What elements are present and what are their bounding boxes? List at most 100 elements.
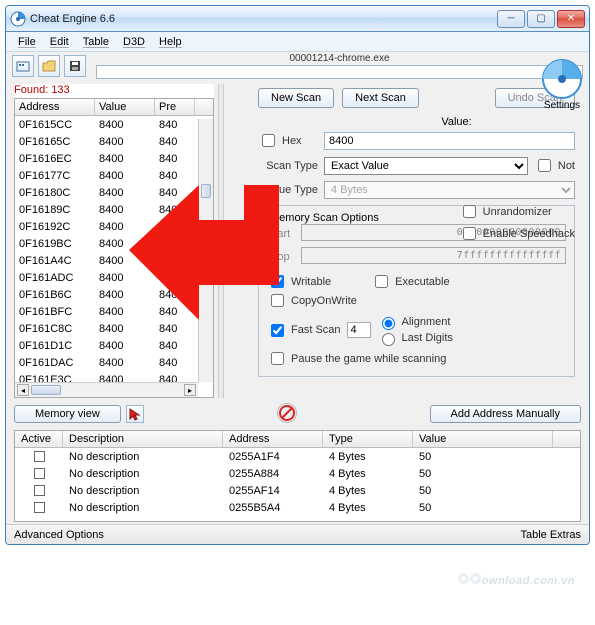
scan-type-select[interactable]: Exact Value [324,157,528,175]
col-value[interactable]: Value [95,99,155,115]
copyonwrite-checkbox[interactable] [271,294,284,307]
alignment-radio[interactable] [382,317,395,330]
col-type[interactable]: Type [323,431,413,447]
fastscan-input[interactable] [347,322,371,338]
lastdigits-radio[interactable] [382,333,395,346]
results-hscroll[interactable]: ◂▸ [15,382,198,397]
col-address[interactable]: Address [15,99,95,115]
table-row[interactable]: 0F16165C8400840 [15,133,213,150]
save-button[interactable] [64,55,86,77]
statusbar: Advanced Options Table Extras [6,524,589,544]
titlebar[interactable]: Cheat Engine 6.6 ─ ▢ ✕ [6,6,589,32]
col-previous[interactable]: Pre [155,99,195,115]
alignment-label: Alignment [402,316,451,328]
table-row[interactable]: 0F161DAC8400840 [15,354,213,371]
results-header: Address Value Pre [15,99,213,116]
menu-help[interactable]: Help [153,34,188,50]
stop-label: Stop [267,251,295,263]
table-row[interactable]: 0F16177C8400840 [15,167,213,184]
not-checkbox[interactable] [538,159,551,172]
add-address-manually-button[interactable]: Add Address Manually [430,405,581,423]
maximize-button[interactable]: ▢ [527,10,555,28]
address-list[interactable]: Active Description Address Type Value No… [14,430,581,522]
speedhack-checkbox[interactable] [463,227,476,240]
pointer-tool-icon[interactable] [126,405,144,423]
list-item[interactable]: No description0255AF144 Bytes50 [15,482,580,499]
table-row[interactable]: 0F16189C8400840 [15,201,213,218]
stop-input[interactable]: 7fffffffffffffff [301,247,566,264]
hex-label: Hex [258,131,318,150]
active-checkbox[interactable] [34,502,45,513]
table-row[interactable]: 0F1616EC8400840 [15,150,213,167]
minimize-button[interactable]: ─ [497,10,525,28]
col-description[interactable]: Description [63,431,223,447]
pause-label: Pause the game while scanning [291,353,446,365]
writable-checkbox[interactable] [271,275,284,288]
stop-icon[interactable] [277,403,297,423]
list-item[interactable]: No description0255A8844 Bytes50 [15,465,580,482]
mem-options-legend: Memory Scan Options [267,212,382,224]
settings-area: Settings [541,58,583,111]
close-button[interactable]: ✕ [557,10,585,28]
speedhack-label: Enable Speedhack [483,228,575,240]
new-scan-button[interactable]: New Scan [258,88,334,108]
menu-file[interactable]: File [12,34,42,50]
copyonwrite-label: CopyOnWrite [291,295,357,307]
writable-label: Writable [291,276,331,288]
found-label: Found: 133 [14,84,214,98]
executable-checkbox[interactable] [375,275,388,288]
fastscan-checkbox[interactable] [271,324,284,337]
table-row[interactable]: 0F1619BC8400840 [15,235,213,252]
results-panel: Found: 133 Address Value Pre 0F1615CC840… [14,84,214,398]
col-address2[interactable]: Address [223,431,323,447]
table-row[interactable]: 0F161D1C8400840 [15,337,213,354]
table-row[interactable]: 0F1615CC8400840 [15,116,213,133]
table-row[interactable]: 0F161ADC8400840 [15,269,213,286]
memory-view-button[interactable]: Memory view [14,405,121,423]
table-row[interactable]: 0F161B6C8400840 [15,286,213,303]
process-name: 00001214-chrome.exe [96,53,583,64]
settings-label[interactable]: Settings [541,100,583,111]
address-list-header: Active Description Address Type Value [15,431,580,448]
open-file-button[interactable] [38,55,60,77]
value-input[interactable] [324,132,575,150]
progress-bar [96,65,583,79]
menu-table[interactable]: Table [77,34,115,50]
next-scan-button[interactable]: Next Scan [342,88,419,108]
list-item[interactable]: No description0255B5A44 Bytes50 [15,499,580,516]
pause-checkbox[interactable] [271,352,284,365]
table-extras-button[interactable]: Table Extras [520,529,581,541]
col-value2[interactable]: Value [413,431,553,447]
table-row[interactable]: 0F161A4C8400840 [15,252,213,269]
table-row[interactable]: 0F161C8C8400840 [15,320,213,337]
start-label: Start [267,228,295,240]
table-row[interactable]: 0F16180C8400840 [15,184,213,201]
hex-checkbox[interactable] [262,134,275,147]
table-row[interactable]: 0F161BFC8400840 [15,303,213,320]
active-checkbox[interactable] [34,451,45,462]
executable-label: Executable [395,276,449,288]
menu-edit[interactable]: Edit [44,34,75,50]
not-label: Not [558,160,575,172]
value-title: Value: [338,116,575,128]
cheatengine-logo-icon[interactable] [541,58,583,100]
advanced-options-button[interactable]: Advanced Options [14,529,104,541]
active-checkbox[interactable] [34,485,45,496]
list-item[interactable]: No description0255A1F44 Bytes50 [15,448,580,465]
col-active[interactable]: Active [15,431,63,447]
menu-d3d[interactable]: D3D [117,34,151,50]
main-window: Cheat Engine 6.6 ─ ▢ ✕ File Edit Table D… [5,5,590,545]
open-process-button[interactable] [12,55,34,77]
results-grid[interactable]: Address Value Pre 0F1615CC84008400F16165… [14,98,214,398]
fastscan-label: Fast Scan [291,324,341,336]
active-checkbox[interactable] [34,468,45,479]
unrandomizer-label: Unrandomizer [483,206,552,218]
process-wrap: 00001214-chrome.exe [96,53,583,79]
splitter[interactable] [218,84,224,398]
menubar: File Edit Table D3D Help [6,32,589,52]
table-row[interactable]: 0F16192C8400840 [15,218,213,235]
value-type-select[interactable]: 4 Bytes [324,181,575,199]
value-type-label: Value Type [258,184,318,196]
unrandomizer-checkbox[interactable] [463,205,476,218]
results-vscroll[interactable] [198,119,213,382]
